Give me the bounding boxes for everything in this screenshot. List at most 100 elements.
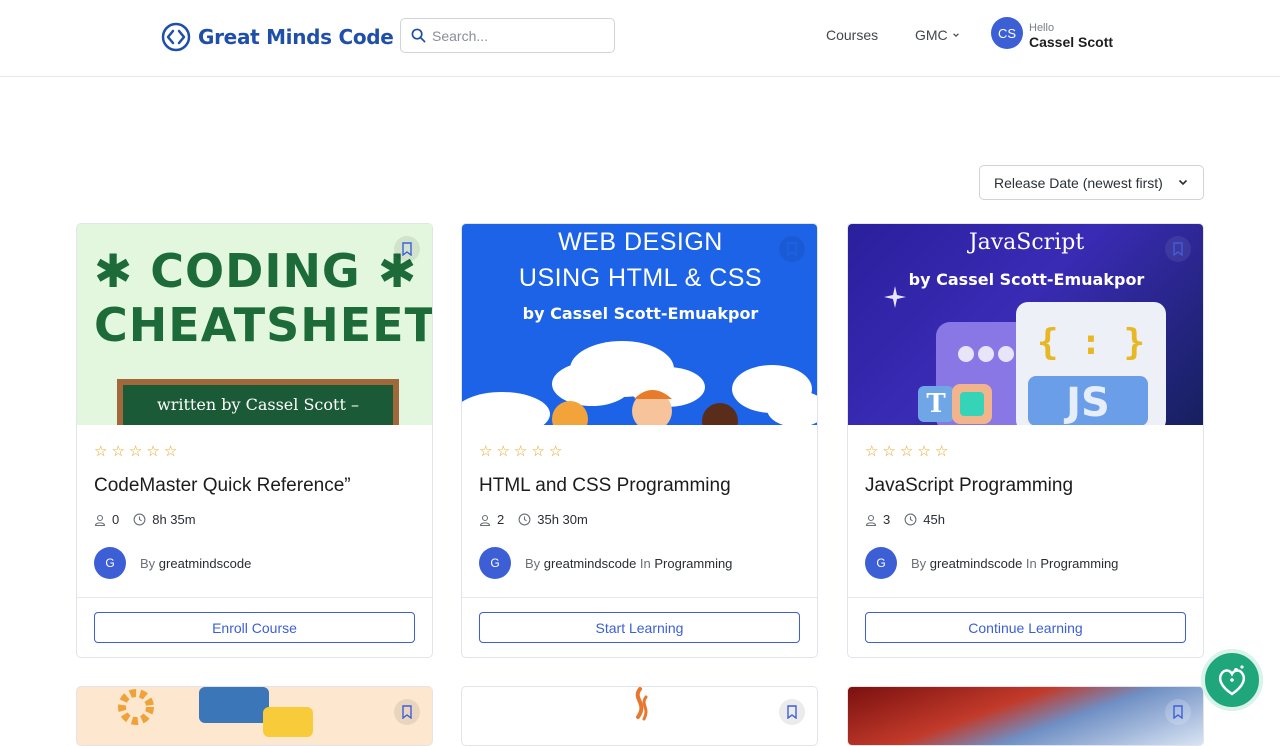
java-flame-icon [635,687,648,721]
brand-logo[interactable]: Great Minds Code [161,22,394,52]
bookmark-icon [787,705,797,719]
course-title[interactable]: JavaScript Programming [865,475,1073,497]
search-icon [411,28,426,43]
course-meta: 3 45h [865,512,945,527]
course-card[interactable] [76,686,433,746]
author-by-label: By [525,555,541,571]
code-brackets-icon [161,22,191,52]
nav-courses-link[interactable]: Courses [826,27,878,43]
color-tool-badge [952,384,992,424]
star-icon: ☆ [865,443,879,460]
course-card[interactable] [461,686,818,746]
user-greeting: Hello [1029,22,1055,34]
star-icon: ☆ [496,443,510,460]
star-icon: ☆ [934,443,949,460]
rating-stars: ☆ ☆ ☆ ☆ ☆ [865,444,948,459]
author-name[interactable]: greatmindscode [930,556,1023,571]
brain-heart-icon [1218,665,1246,696]
star-icon: ☆ [146,443,160,460]
student-count: 0 [112,512,120,527]
author-avatar[interactable]: G [479,547,511,579]
bookmark-icon [402,242,412,256]
star-icon: ☆ [128,443,143,460]
nav-gmc-dropdown[interactable]: GMC [915,27,960,43]
course-thumbnail[interactable]: JavaScript by Cassel Scott-Emuakpor { : … [848,224,1203,425]
enroll-course-button[interactable]: Enroll Course [94,612,415,643]
search-box[interactable] [400,18,615,53]
user-icon [865,514,877,526]
bookmark-icon [787,242,797,256]
sparkle-icon [884,286,906,308]
course-card[interactable]: JavaScript by Cassel Scott-Emuakpor { : … [847,223,1204,658]
course-card[interactable] [847,686,1204,746]
star-icon: ☆ [899,443,914,460]
continue-learning-button[interactable]: Continue Learning [865,612,1186,643]
course-title[interactable]: CodeMaster Quick Reference” [94,475,351,497]
star-icon: ☆ [111,443,125,460]
author-avatar[interactable]: G [94,547,126,579]
author-avatar[interactable]: G [865,547,897,579]
course-thumbnail[interactable]: ✱ CODING ✱ CHEATSHEET written by Cassel … [77,224,432,425]
card-divider [77,597,432,598]
star-icon: ☆ [548,443,563,460]
text-tool-badge: T [918,386,954,422]
bookmark-button[interactable] [394,699,420,725]
window-dot [998,346,1014,362]
bookmark-button[interactable] [394,236,420,262]
course-meta: 2 35h 30m [479,512,588,527]
bookmark-button[interactable] [1165,236,1191,262]
bookmark-button[interactable] [779,699,805,725]
clock-icon [518,513,531,526]
course-author: G By greatmindscode [94,547,251,579]
card-divider [848,597,1203,598]
star-icon: ☆ [94,443,108,460]
bookmark-button[interactable] [779,236,805,262]
thumbnail-subtitle: written by Cassel Scott – [157,395,359,414]
nav-gmc-label: GMC [915,27,948,43]
course-author: G By greatmindscode In Programming [865,547,1118,579]
clouds-illustration [462,341,817,425]
brand-name: Great Minds Code [198,25,394,49]
gear-icon [118,689,154,725]
course-card[interactable]: WEB DESIGN USING HTML & CSS by Cassel Sc… [461,223,818,658]
sort-select[interactable]: Release Date (newest first) [979,165,1204,200]
card-divider [462,597,817,598]
course-category[interactable]: Programming [1040,556,1118,571]
chat-assistant-button[interactable] [1201,649,1263,711]
python-logo [263,707,313,737]
star-icon: ☆ [479,443,493,460]
course-author: G By greatmindscode In Programming [479,547,732,579]
window-dot [958,346,974,362]
clock-icon [133,513,146,526]
course-category[interactable]: Programming [654,556,732,571]
course-duration: 45h [923,512,945,527]
site-header: Great Minds Code Courses GMC CS Hello Ca… [0,0,1280,77]
bookmark-button[interactable] [1165,699,1191,725]
chevron-down-icon [952,33,959,38]
course-card[interactable]: ✱ CODING ✱ CHEATSHEET written by Cassel … [76,223,433,658]
search-input[interactable] [432,27,602,44]
user-icon [479,514,491,526]
student-count: 3 [883,512,891,527]
user-avatar[interactable]: CS [991,17,1023,49]
author-name[interactable]: greatmindscode [544,556,637,571]
course-duration: 35h 30m [537,512,588,527]
user-name[interactable]: Cassel Scott [1029,34,1113,50]
thumbnail-title-1: WEB DESIGN [558,228,723,256]
thumbnail-title-1: JavaScript [968,230,1085,255]
sort-selected-value: Release Date (newest first) [994,174,1163,191]
rating-stars: ☆ ☆ ☆ ☆ ☆ [94,444,177,459]
course-title[interactable]: HTML and CSS Programming [479,475,731,497]
start-learning-button[interactable]: Start Learning [479,612,800,643]
user-icon [94,514,106,526]
thumbnail-subtitle: by Cassel Scott-Emuakpor [522,304,759,323]
author-by-label: By [140,555,156,571]
course-thumbnail[interactable]: WEB DESIGN USING HTML & CSS by Cassel Sc… [462,224,817,425]
thumbnail-title-2: USING HTML & CSS [518,264,763,292]
star-icon: ☆ [513,443,528,460]
author-name[interactable]: greatmindscode [159,556,252,571]
code-braces-label: { : } [1036,322,1146,363]
window-dot [978,346,994,362]
js-badge: JS [1028,376,1148,425]
star-icon: ☆ [917,443,931,460]
